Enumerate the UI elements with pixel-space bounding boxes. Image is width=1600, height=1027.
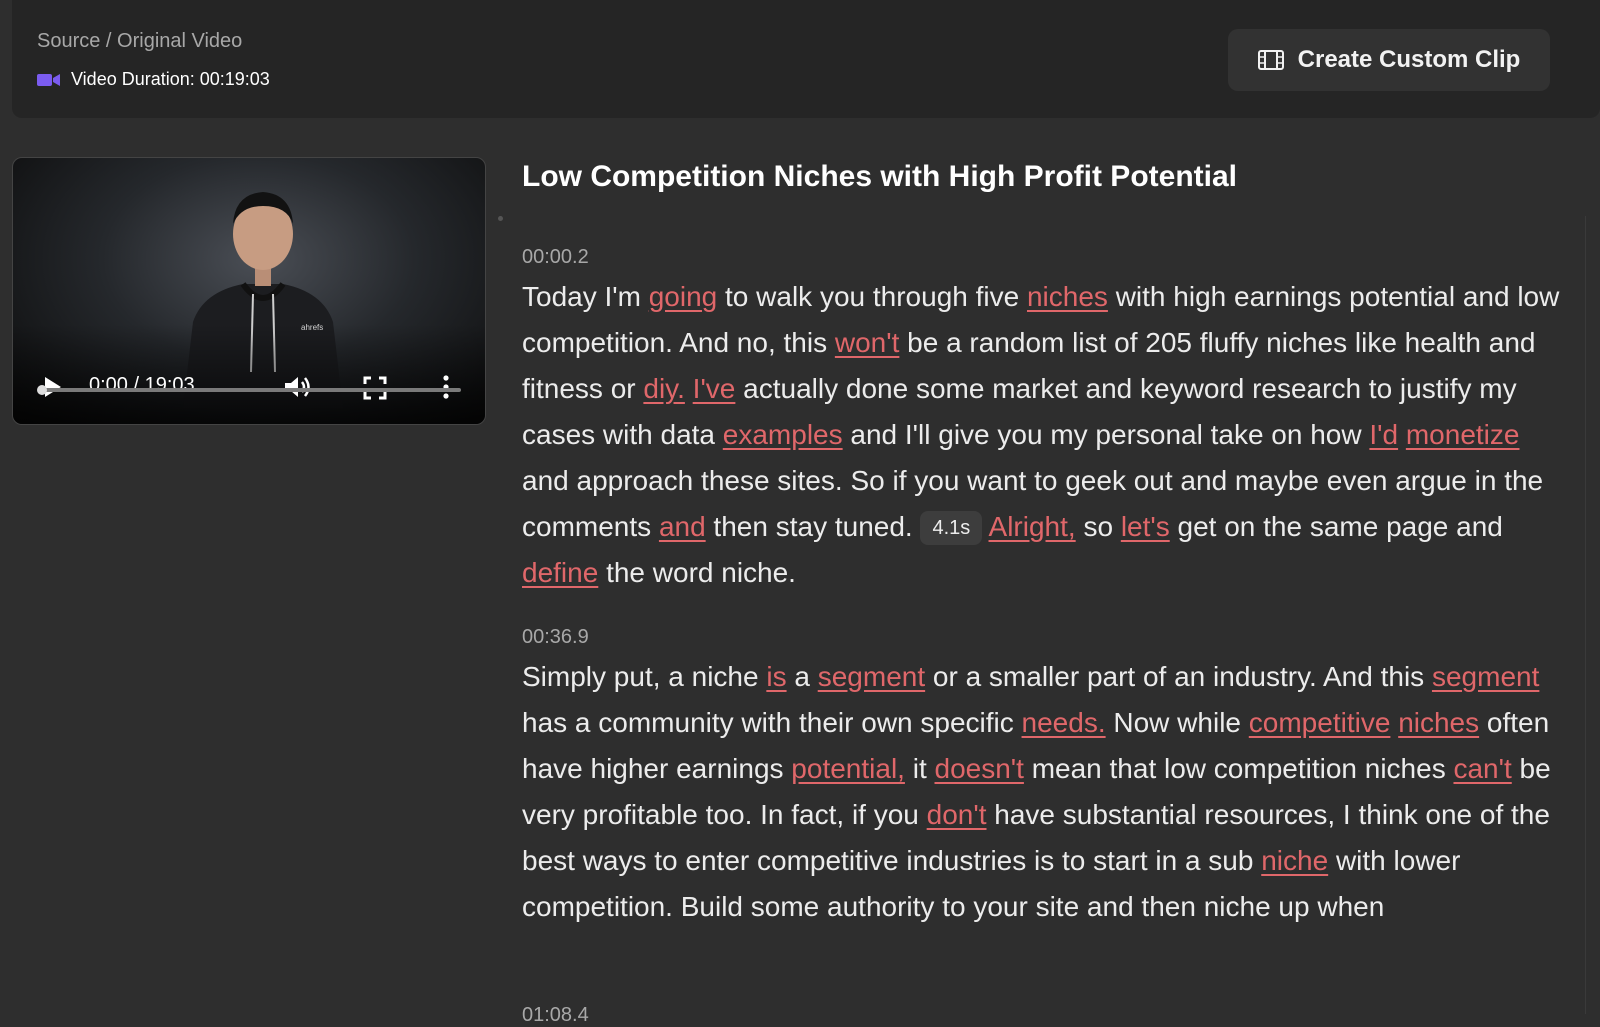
- volume-icon[interactable]: [283, 374, 313, 400]
- transcript-word[interactable]: define: [522, 557, 598, 588]
- transcript-text: Now while: [1105, 707, 1249, 738]
- segment-timestamp[interactable]: 00:00.2: [522, 246, 589, 269]
- transcript-word[interactable]: segment: [818, 661, 925, 692]
- transcript-word[interactable]: niche: [1261, 845, 1328, 876]
- transcript-text: a: [786, 661, 818, 692]
- transcript-text: so: [1075, 511, 1121, 542]
- transcript-word[interactable]: can't: [1453, 753, 1511, 784]
- transcript-text: mean that low competition niches: [1023, 753, 1454, 784]
- transcript-word[interactable]: needs.: [1022, 707, 1106, 738]
- transcript-text: then stay tuned.: [705, 511, 921, 542]
- progress-knob[interactable]: [37, 385, 47, 395]
- transcript-word[interactable]: potential,: [791, 753, 905, 784]
- segment-timestamp[interactable]: 01:08.4: [522, 1004, 589, 1027]
- segment-timestamp[interactable]: 00:36.9: [522, 626, 589, 649]
- transcript-word[interactable]: I'd: [1369, 419, 1398, 450]
- transcript-word[interactable]: segment: [1432, 661, 1539, 692]
- video-duration-label: Video Duration: 00:19:03: [71, 69, 270, 89]
- player-controls: 0:00 / 19:03: [13, 324, 485, 424]
- transcript-text: [1398, 419, 1406, 450]
- transcript-word[interactable]: Alright,: [989, 511, 1076, 542]
- transcript-text: get on the same page and: [1169, 511, 1503, 542]
- transcript-text: and I'll give you my personal take on ho…: [842, 419, 1370, 450]
- transcript-segment-2: Simply put, a niche is a segment or a sm…: [522, 654, 1562, 930]
- transcript-word[interactable]: let's: [1121, 511, 1170, 542]
- transcript-text: the word niche.: [598, 557, 796, 588]
- transcript-title: Low Competition Niches with High Profit …: [522, 160, 1237, 193]
- transcript-word[interactable]: doesn't: [935, 753, 1024, 784]
- transcript-text: has a community with their own specific: [522, 707, 1022, 738]
- transcript-word[interactable]: won't: [835, 327, 900, 358]
- transcript-text: Simply put, a niche: [522, 661, 767, 692]
- video-duration: Video Duration: 00:19:03: [37, 69, 270, 90]
- transcript-text: to walk you through five: [717, 281, 1027, 312]
- transcript-text: or a smaller part of an industry. And th…: [925, 661, 1432, 692]
- video-camera-icon: [37, 73, 60, 86]
- transcript-text: it: [904, 753, 935, 784]
- transcript-panel: Low Competition Niches with High Profit …: [522, 0, 1582, 1026]
- player-time: 0:00 / 19:03: [89, 374, 195, 396]
- video-player[interactable]: ahrefs 0:00 / 19:03: [12, 157, 486, 425]
- transcript-word[interactable]: examples: [723, 419, 843, 450]
- transcript-word[interactable]: don't: [927, 799, 987, 830]
- progress-bar[interactable]: [37, 385, 461, 395]
- transcript-word[interactable]: competitive: [1249, 707, 1391, 738]
- transcript-word[interactable]: and: [659, 511, 706, 542]
- pause-badge[interactable]: 4.1s: [920, 511, 983, 545]
- transcript-word[interactable]: niches: [1398, 707, 1479, 738]
- transcript-segment-1: Today I'm going to walk you through five…: [522, 274, 1562, 596]
- transcript-word[interactable]: is: [766, 661, 786, 692]
- scrollbar-track[interactable]: [1585, 216, 1586, 1014]
- transcript-word[interactable]: monetize: [1406, 419, 1520, 450]
- transcript-word[interactable]: I've: [693, 373, 736, 404]
- transcript-word[interactable]: niches: [1027, 281, 1108, 312]
- breadcrumb[interactable]: Source / Original Video: [37, 30, 242, 53]
- transcript-word[interactable]: diy.: [643, 373, 685, 404]
- transcript-word[interactable]: going: [649, 281, 718, 312]
- transcript-text: Today I'm: [522, 281, 649, 312]
- transcript-text: [685, 373, 693, 404]
- divider-dot: [498, 216, 503, 221]
- more-options-icon[interactable]: [441, 374, 451, 400]
